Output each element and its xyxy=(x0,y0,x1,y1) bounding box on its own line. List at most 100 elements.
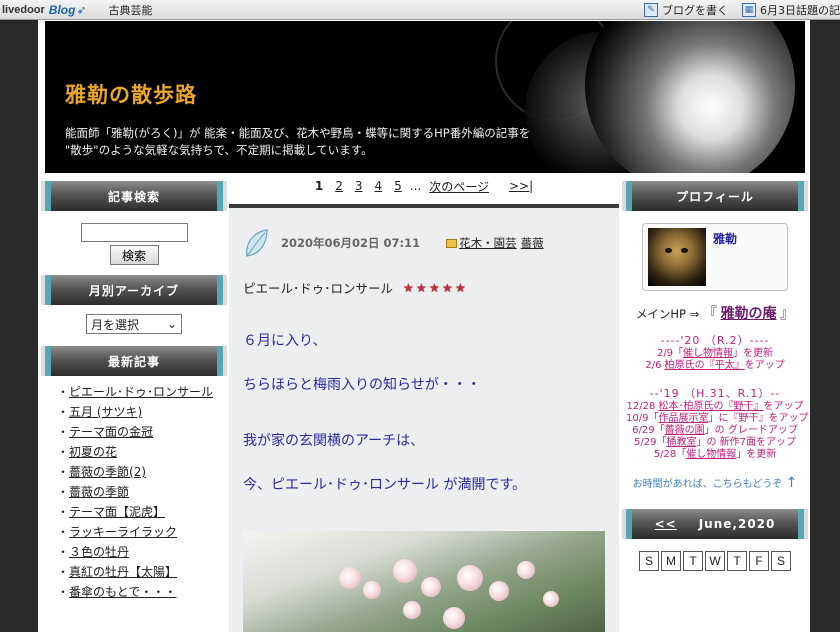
article-title-text: ピエール･ドゥ･ロンサール xyxy=(243,281,394,296)
update-news: ----'20 （R.2）---- 2/9「催し物情報」を更新 2/6 柏原氏の… xyxy=(626,334,809,461)
swoosh-icon: ➶ xyxy=(76,2,87,17)
search-form: 検索 xyxy=(45,211,223,275)
star-icon: ★ xyxy=(429,280,440,295)
recent-section-title: 最新記事 xyxy=(41,346,227,376)
article-category-link[interactable]: 花木・園芸 xyxy=(459,235,517,251)
left-sidebar: 記事検索 検索 月別アーカイブ 月を選択 ⌄ 最新記事 ピエール･ドゥ･ロンサー… xyxy=(41,181,227,632)
article-date: 2020年06月02日 07:11 xyxy=(281,236,421,250)
recent-articles-list: ピエール･ドゥ･ロンサール 五月 (サツキ) テーマ面の金冠 初夏の花 薔薇の季… xyxy=(45,376,223,602)
more-link-text: お時間があれば、こちらもどうぞ xyxy=(632,479,783,490)
main-hp-link[interactable]: 雅勒の庵 xyxy=(721,306,777,322)
article-tag-link[interactable]: 薔薇 xyxy=(521,235,544,251)
weekday-cell: W xyxy=(705,551,725,571)
calendar-prev-link[interactable]: << xyxy=(655,517,677,531)
list-item[interactable]: 五月 (サツキ) xyxy=(57,402,223,422)
list-item[interactable]: 真紅の牡丹【太陽】 xyxy=(57,562,223,582)
article: 2020年06月02日 07:11 花木・園芸 薔薇 ピエール･ドゥ･ロンサール… xyxy=(229,204,619,632)
profile-section-title: プロフィール xyxy=(622,181,808,211)
site-description: 能面師「雅勒(がろく)」が 能楽・能面及び、花木や野鳥・蝶等に関するHP番外編の… xyxy=(65,126,531,157)
up-arrow-icon: ↑ xyxy=(785,475,798,491)
weekday-cell: T xyxy=(683,551,703,571)
rating-stars: ★ ★ ★ ★ ★ xyxy=(403,282,468,294)
star-icon: ★ xyxy=(442,280,453,295)
write-blog-label: ブログを書く xyxy=(662,4,728,17)
weekday-cell: F xyxy=(749,551,769,571)
news-item: 10/9「作品展示室」に『野干』をアップ xyxy=(626,413,809,424)
blog-header: 雅勒の散歩路 能面師「雅勒(がろく)」が 能楽・能面及び、花木や野鳥・蝶等に関す… xyxy=(45,21,805,173)
more-link[interactable]: お時間があれば、こちらもどうぞ ↑ xyxy=(626,475,804,491)
page-current: 1 xyxy=(314,179,324,193)
news-item: 5/29「桶教室」の 新作7面をアップ xyxy=(633,437,796,448)
weekday-cell: S xyxy=(771,551,791,571)
news-item: 2/9「催し物情報」を更新 xyxy=(656,348,774,359)
list-item[interactable]: 薔薇の季節(2) xyxy=(57,462,223,482)
last-page-link[interactable]: >>| xyxy=(509,179,533,193)
star-icon: ★ xyxy=(455,280,466,295)
article-paragraph: ６月に入り、 xyxy=(243,333,327,349)
leaf-icon xyxy=(246,229,268,257)
chevron-down-icon: ⌄ xyxy=(166,317,177,331)
search-input[interactable] xyxy=(80,223,188,242)
top-toolbar: livedoor Blog ➶ 古典芸能 ✎ ブログを書く ▦ 6月3日話題の記 xyxy=(0,0,840,20)
article-paragraph: 今、ピエール･ドゥ･ロンサール が満開です。 xyxy=(243,477,527,493)
profile-name-link[interactable]: 雅勒 xyxy=(713,230,737,247)
main-hp-label: メインHP ⇒ xyxy=(635,307,700,321)
weekday-cell: M xyxy=(661,551,681,571)
list-item[interactable]: 番傘のもとで・・・ xyxy=(57,582,223,602)
logo-livedoor-text: livedoor xyxy=(2,3,45,16)
list-item[interactable]: 薔薇の季節 xyxy=(57,482,223,502)
month-select-value: 月を選択 xyxy=(91,317,140,332)
news-item: 2/6 柏原氏の『平太』をアップ xyxy=(645,360,785,371)
list-item[interactable]: ラッキーライラック xyxy=(57,522,223,542)
page-link[interactable]: 2 xyxy=(335,179,343,193)
list-item[interactable]: ピエール･ドゥ･ロンサール xyxy=(57,382,223,402)
avatar[interactable] xyxy=(648,228,706,286)
main-content: 1 2 3 4 5 ... 次のページ >>| 2020年06月02日 07:1… xyxy=(229,173,619,632)
page-ellipsis: ... xyxy=(409,179,422,193)
news-year-heading: --'19 （H.31、R.1）-- xyxy=(649,387,781,400)
calendar-month-label: June,2020 xyxy=(698,517,776,531)
folder-icon xyxy=(446,238,458,248)
article-title: ピエール･ドゥ･ロンサール ★ ★ ★ ★ ★ xyxy=(243,278,468,297)
star-icon: ★ xyxy=(416,280,427,295)
topic-link[interactable]: ▦ 6月3日話題の記 xyxy=(742,2,840,18)
main-hp-open-bracket: 『 xyxy=(702,306,717,322)
search-section-title: 記事検索 xyxy=(41,181,227,211)
calendar-title: << June,2020 xyxy=(622,509,808,539)
livedoor-blog-logo[interactable]: livedoor Blog ➶ xyxy=(0,0,87,20)
archive-section-title: 月別アーカイブ xyxy=(41,275,227,305)
page-link[interactable]: 5 xyxy=(394,179,402,193)
weekday-cell: T xyxy=(727,551,747,571)
write-blog-link[interactable]: ✎ ブログを書く xyxy=(644,2,728,18)
calendar-weekdays: S M T W T F S xyxy=(626,539,804,571)
page-link[interactable]: 4 xyxy=(374,179,382,193)
news-item: 12/28 松本･柏原氏の『野干』をアップ xyxy=(626,401,804,412)
pagination: 1 2 3 4 5 ... 次のページ >>| xyxy=(229,173,619,199)
news-year-heading: ----'20 （R.2）---- xyxy=(660,334,770,347)
pencil-icon: ✎ xyxy=(644,3,658,17)
news-item: 5/28「催し物情報」を更新 xyxy=(653,449,777,460)
list-item[interactable]: 初夏の花 xyxy=(57,442,223,462)
list-item[interactable]: テーマ面の金冠 xyxy=(57,422,223,442)
article-paragraph: ちらほらと梅雨入りの知らせが・・・ xyxy=(243,377,481,393)
weekday-cell: S xyxy=(639,551,659,571)
site-title[interactable]: 雅勒の散歩路 xyxy=(65,79,197,109)
page-link[interactable]: 3 xyxy=(355,179,363,193)
topic-label: 6月3日話題の記 xyxy=(760,4,840,17)
header-light-decoration xyxy=(585,21,795,173)
right-sidebar: プロフィール 雅勒 メインHP ⇒ 『 雅勒の庵 』 ----'20 （R.2）… xyxy=(622,181,809,632)
main-hp-close-bracket: 』 xyxy=(780,306,795,322)
article-paragraph: 我が家の玄関横のアーチは、 xyxy=(243,433,425,449)
category-link[interactable]: 古典芸能 xyxy=(109,2,153,18)
next-page-link[interactable]: 次のページ xyxy=(429,178,489,195)
list-item[interactable]: ３色の牡丹 xyxy=(57,542,223,562)
profile-card: 雅勒 xyxy=(642,223,788,291)
main-hp-link-row: メインHP ⇒ 『 雅勒の庵 』 xyxy=(626,303,804,323)
month-select[interactable]: 月を選択 ⌄ xyxy=(86,314,182,334)
rose-photo[interactable] xyxy=(243,531,605,632)
calendar-icon: ▦ xyxy=(742,3,756,17)
search-button[interactable]: 検索 xyxy=(109,245,159,265)
list-item[interactable]: テーマ面【泥虎】 xyxy=(57,502,223,522)
article-meta: 2020年06月02日 07:11 花木・園芸 薔薇 xyxy=(243,228,544,258)
article-body: ６月に入り、 ちらほらと梅雨入りの知らせが・・・ 我が家の玄関横のアーチは、 今… xyxy=(243,330,526,518)
